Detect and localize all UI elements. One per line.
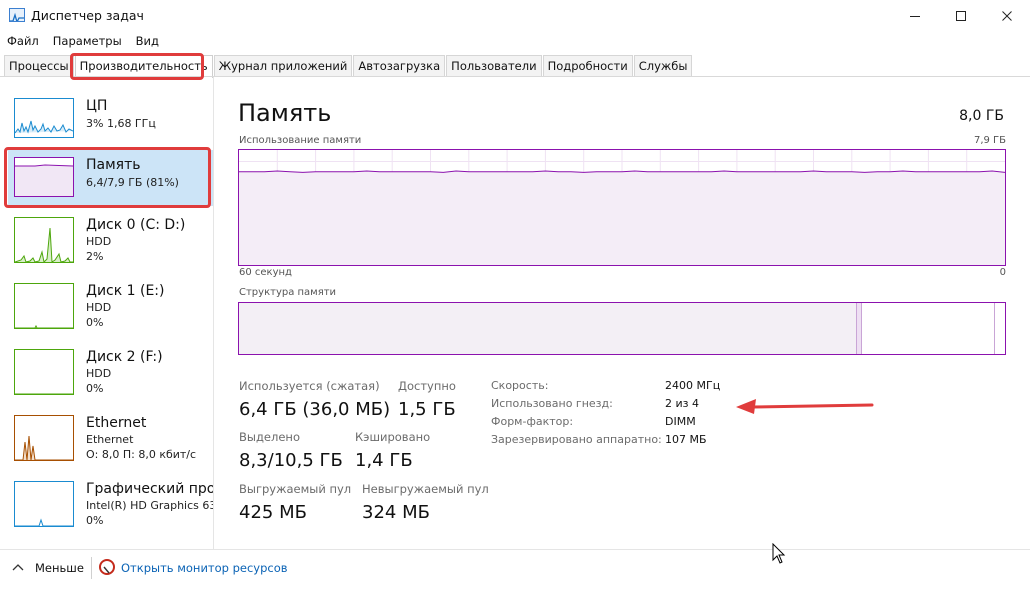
memory-structure-bar: [238, 302, 1006, 355]
resource-list: ЦП 3% 1,68 ГГц Память 6,4/7,9 ГБ (81%) Д…: [0, 77, 213, 549]
footer-separator: [91, 557, 92, 579]
memory-usage-graph: [238, 149, 1006, 266]
tab-users[interactable]: Пользователи: [446, 55, 542, 76]
disk-1-usage: 0%: [86, 316, 104, 329]
disk-0-label: Диск 0 (C: D:): [86, 217, 186, 233]
footer-divider: [0, 549, 1030, 550]
ethernet-label: Ethernet: [86, 415, 147, 431]
cpu-graph-icon: [14, 98, 74, 138]
form-factor-value: DIMM: [665, 415, 696, 428]
gpu-graph-icon: [14, 481, 74, 527]
graph-axis-left: 60 секунд: [239, 267, 292, 278]
tab-processes[interactable]: Процессы: [4, 55, 74, 76]
tab-services[interactable]: Службы: [633, 55, 693, 76]
chevron-up-icon[interactable]: [12, 561, 24, 575]
disk-2-type: HDD: [86, 367, 112, 380]
gpu-model: Intel(R) HD Graphics 630: [86, 499, 213, 512]
tab-performance[interactable]: Производительность: [74, 55, 213, 78]
memory-graph-icon: [14, 157, 74, 197]
network-graph-icon: [14, 415, 74, 461]
tab-bar: Процессы Производительность Журнал прило…: [4, 55, 693, 78]
tab-app-history[interactable]: Журнал приложений: [213, 55, 353, 76]
structure-modified-segment: [857, 303, 862, 354]
maximize-icon: [956, 11, 966, 21]
sidebar-item-gpu[interactable]: Графический процессор 0 Intel(R) HD Grap…: [8, 479, 213, 543]
tab-details[interactable]: Подробности: [542, 55, 633, 76]
minimize-icon: [910, 16, 920, 17]
disk-1-type: HDD: [86, 301, 112, 314]
close-button[interactable]: [984, 0, 1030, 32]
hardware-reserved-value: 107 МБ: [665, 433, 707, 446]
menu-options[interactable]: Параметры: [46, 32, 129, 52]
structure-standby-divider: [994, 303, 995, 354]
memory-usage-chart: [239, 150, 1006, 265]
sidebar-item-memory[interactable]: Память 6,4/7,9 ГБ (81%): [8, 150, 213, 206]
disk-graph-icon: [14, 217, 74, 263]
available-label: Доступно: [398, 379, 456, 393]
available-value: 1,5 ГБ: [398, 399, 456, 420]
maximize-button[interactable]: [938, 0, 984, 32]
graph-axis-right: 0: [999, 267, 1006, 278]
speed-label: Скорость:: [491, 379, 549, 392]
disk-2-label: Диск 2 (F:): [86, 349, 163, 365]
close-icon: [1002, 11, 1012, 21]
sidebar-item-disk-1[interactable]: Диск 1 (E:) HDD 0%: [8, 281, 213, 345]
structure-in-use-segment: [239, 303, 857, 354]
memory-details-pane: Память 8,0 ГБ Использование памяти 7,9 Г…: [214, 77, 1030, 549]
nonpaged-pool-label: Невыгружаемый пул: [362, 482, 489, 496]
sidebar-item-disk-2[interactable]: Диск 2 (F:) HDD 0%: [8, 347, 213, 411]
memory-label: Память: [86, 157, 141, 173]
gpu-label: Графический процессор 0: [86, 481, 213, 497]
sidebar-item-cpu[interactable]: ЦП 3% 1,68 ГГц: [8, 95, 213, 153]
page-title: Память: [238, 99, 332, 127]
memory-usage: 6,4/7,9 ГБ (81%): [86, 176, 179, 189]
cached-value: 1,4 ГБ: [355, 450, 413, 471]
paged-pool-value: 425 МБ: [239, 502, 307, 523]
disk-graph-icon: [14, 349, 74, 395]
usage-graph-max: 7,9 ГБ: [973, 135, 1006, 146]
disk-1-label: Диск 1 (E:): [86, 283, 165, 299]
paged-pool-label: Выгружаемый пул: [239, 482, 352, 496]
slots-used-value: 2 из 4: [665, 397, 699, 410]
menu-bar: Файл Параметры Вид: [0, 32, 166, 52]
disk-graph-icon: [14, 283, 74, 329]
title-bar: Диспетчер задач: [0, 0, 1030, 32]
usage-graph-label: Использование памяти: [239, 135, 362, 146]
disk-0-usage: 2%: [86, 250, 104, 263]
slots-used-label: Использовано гнезд:: [491, 397, 613, 410]
resource-monitor-icon: [99, 559, 115, 575]
menu-view[interactable]: Вид: [129, 32, 166, 52]
minimize-button[interactable]: [892, 0, 938, 32]
structure-label: Структура памяти: [239, 287, 337, 298]
hardware-reserved-label: Зарезервировано аппаратно:: [491, 433, 662, 446]
memory-total: 8,0 ГБ: [959, 108, 1004, 124]
cached-label: Кэшировано: [355, 430, 431, 444]
tab-startup[interactable]: Автозагрузка: [353, 55, 446, 76]
nonpaged-pool-value: 324 МБ: [362, 502, 430, 523]
footer: Меньше Открыть монитор ресурсов: [0, 552, 1030, 584]
ethernet-adapter: Ethernet: [86, 433, 134, 446]
in-use-value: 6,4 ГБ (36,0 МБ): [239, 399, 391, 420]
cpu-label: ЦП: [86, 98, 108, 114]
arrow-annotation-icon: [736, 399, 874, 414]
sidebar-item-disk-0[interactable]: Диск 0 (C: D:) HDD 2%: [8, 215, 213, 279]
gpu-usage: 0%: [86, 514, 104, 527]
menu-file[interactable]: Файл: [0, 32, 46, 52]
committed-label: Выделено: [239, 430, 300, 444]
disk-2-usage: 0%: [86, 382, 104, 395]
cpu-usage: 3% 1,68 ГГц: [86, 117, 156, 130]
open-resource-monitor-link[interactable]: Открыть монитор ресурсов: [121, 561, 288, 575]
sidebar-item-ethernet[interactable]: Ethernet Ethernet О: 8,0 П: 8,0 кбит/с: [8, 413, 213, 477]
in-use-label: Используется (сжатая): [239, 379, 380, 393]
speed-value: 2400 МГц: [665, 379, 721, 392]
fewer-details-button[interactable]: Меньше: [35, 561, 84, 575]
task-manager-icon: [9, 8, 25, 22]
committed-value: 8,3/10,5 ГБ: [239, 450, 343, 471]
form-factor-label: Форм-фактор:: [491, 415, 574, 428]
window-title: Диспетчер задач: [31, 8, 144, 23]
ethernet-throughput: О: 8,0 П: 8,0 кбит/с: [86, 448, 197, 461]
mouse-cursor-icon: [772, 543, 786, 564]
disk-0-type: HDD: [86, 235, 112, 248]
